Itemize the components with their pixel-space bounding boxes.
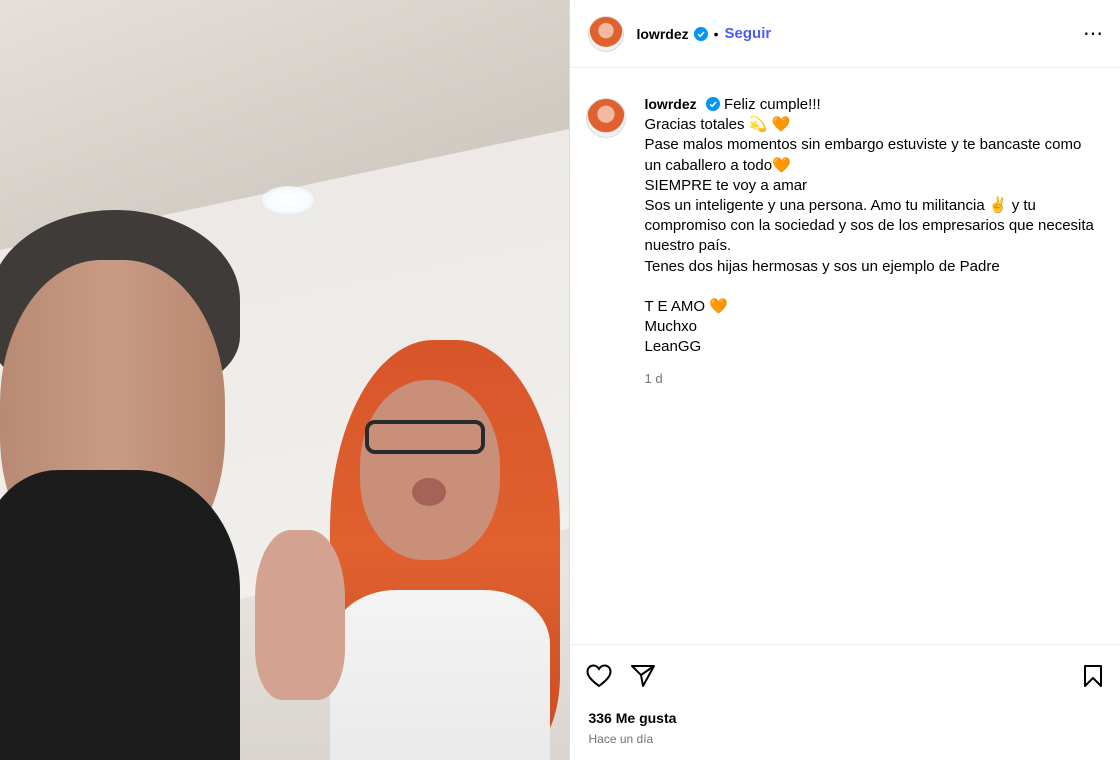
caption-closing-line: T E AMO 🧡 (644, 297, 728, 315)
instagram-post: lowrdez • Seguir ⋯ lowrdez Feliz cumple!… (0, 0, 1120, 760)
photo-peace-hand (255, 530, 345, 700)
more-options-icon[interactable]: ⋯ (1083, 21, 1104, 46)
caption-line: Sos un inteligente y una persona. Amo tu… (644, 197, 1036, 215)
caption-line: SIEMPRE te voy a amar (644, 176, 808, 194)
photo-man-coat (0, 470, 240, 760)
bookmark-icon[interactable] (1082, 664, 1104, 688)
post-caption: lowrdez Feliz cumple!!! Gracias totales … (570, 68, 1120, 644)
post-actions (570, 644, 1120, 706)
photo-ceiling-lamp (262, 186, 314, 214)
caption-greeting: Feliz cumple!!! (723, 96, 821, 113)
caption-closing-line: LeanGG (644, 338, 702, 356)
heart-icon[interactable] (586, 663, 612, 688)
caption-line: Tenes dos hijas hermosas y sos un ejempl… (644, 257, 1000, 275)
caption-line: compromiso con la sociedad y sos de los … (644, 217, 1094, 235)
verified-badge-icon (693, 26, 708, 41)
post-photo[interactable] (0, 0, 570, 760)
send-icon[interactable] (630, 664, 656, 688)
post-header: lowrdez • Seguir ⋯ (570, 0, 1120, 68)
caption-username[interactable]: lowrdez (644, 96, 696, 112)
caption-line: un caballero a todo🧡 (644, 156, 791, 174)
verified-badge-icon (705, 97, 720, 111)
caption-body: lowrdez Feliz cumple!!! Gracias totales … (644, 94, 1093, 644)
post-date: Hace un día (588, 732, 654, 746)
caption-line: Pase malos momentos sin embargo estuvist… (644, 136, 1082, 154)
like-count[interactable]: 336 Me gusta (570, 706, 1120, 726)
caption-line: nuestro país. (644, 237, 732, 255)
photo-white-jacket (330, 590, 550, 760)
photo-glasses (365, 420, 485, 454)
post-side-panel: lowrdez • Seguir ⋯ lowrdez Feliz cumple!… (569, 0, 1120, 760)
caption-timestamp[interactable]: 1 d (644, 369, 1093, 389)
profile-avatar[interactable] (588, 15, 625, 52)
caption-first-line: lowrdez Feliz cumple!!! (644, 94, 1093, 115)
caption-avatar[interactable] (586, 98, 627, 138)
header-separator: • (713, 25, 719, 42)
photo-woman-face (360, 380, 500, 560)
caption-line: Gracias totales 💫 🧡 (644, 116, 791, 134)
header-username[interactable]: lowrdez (636, 26, 688, 42)
photo-lips (412, 478, 446, 506)
caption-closing-line: Muchxo (644, 318, 698, 336)
follow-button[interactable]: Seguir (725, 25, 772, 42)
